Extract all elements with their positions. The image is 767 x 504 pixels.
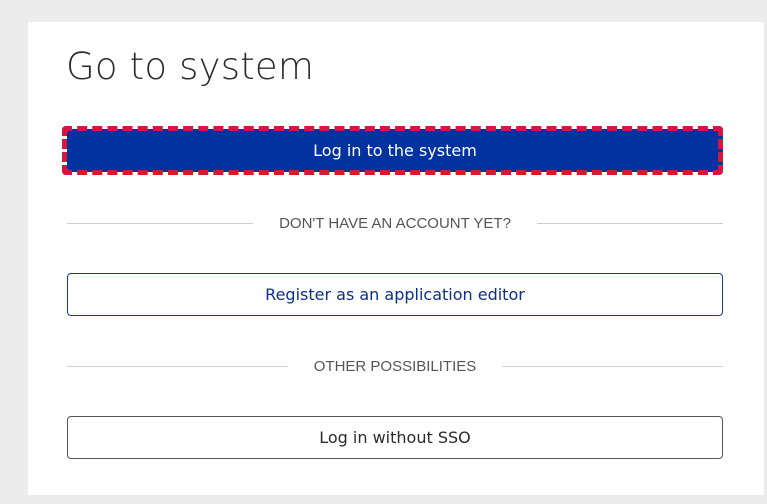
log-in-without-sso-button[interactable]: Log in without SSO (67, 416, 723, 459)
other-possibilities-divider-label: OTHER POSSIBILITIES (313, 357, 477, 375)
login-card: Go to system Log in to the system DON'T … (28, 22, 764, 495)
register-button[interactable]: Register as an application editor (67, 273, 723, 316)
page-title: Go to system (66, 45, 315, 88)
divider-line-right (502, 365, 724, 367)
no-account-divider-label: DON'T HAVE AN ACCOUNT YET? (279, 214, 511, 232)
other-possibilities-divider: OTHER POSSIBILITIES (67, 355, 724, 377)
focus-highlight (62, 126, 723, 175)
divider-line-right (536, 222, 723, 224)
no-account-divider: DON'T HAVE AN ACCOUNT YET? (67, 212, 723, 234)
divider-line-left (67, 222, 254, 224)
divider-line-left (67, 365, 288, 367)
